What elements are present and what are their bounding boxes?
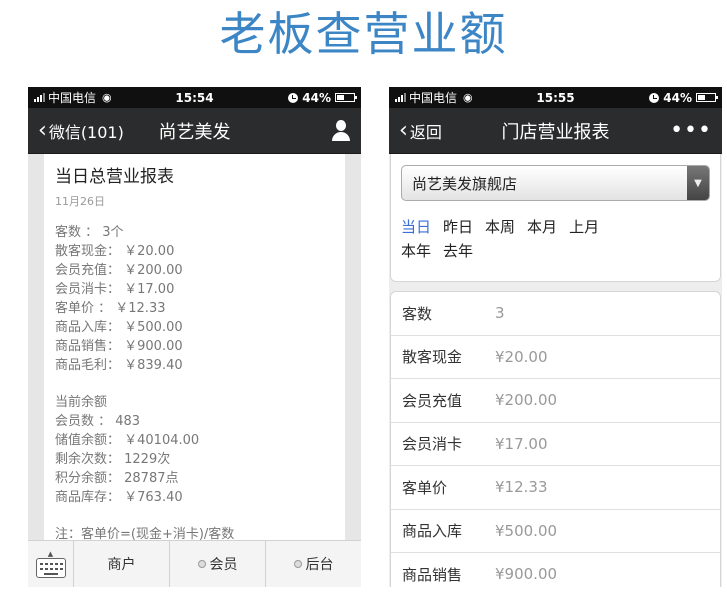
row-value: 3 (495, 304, 505, 323)
menu-tab-label: 商户 (107, 557, 136, 573)
caret-up-icon: ▲ (47, 550, 54, 558)
alarm-icon (288, 92, 299, 103)
row-value: ¥12.33 (495, 478, 548, 497)
store-select-value: 尚艺美发旗舰店 (412, 174, 518, 193)
row-value: ¥20.00 (495, 347, 548, 366)
profile-button[interactable] (331, 119, 351, 142)
phone-screenshot-wechat: 中国电信 ◉ 15:54 44% ‹ 微信(101) 尚艺美发 当日总营业报表 … (28, 87, 361, 587)
chat-area[interactable]: 当日总营业报表 11月26日 客数 ： 3个散客现金： ￥20.00 会员充值： … (28, 154, 361, 540)
filter-panel: 尚艺美发旗舰店 ▼ 当日 昨日 本周 本月 上月本年 去年 (390, 154, 721, 282)
status-bar: 中国电信 ◉ 15:54 44% (28, 87, 361, 108)
status-bar: 中国电信 ◉ 15:55 44% (389, 87, 722, 108)
report-line: 储值余额： ￥40104.00 (55, 433, 200, 448)
dropdown-arrow-icon: ▼ (687, 166, 709, 200)
period-tab[interactable]: 本月 (527, 215, 557, 239)
menu-tab-merchant[interactable]: 商户 (74, 541, 170, 587)
report-title: 当日总营业报表 (55, 167, 174, 187)
report-line: 会员数 ： 483 (55, 414, 141, 429)
report-row: 会员消卡 ¥17.00 (391, 423, 720, 466)
back-button[interactable]: ‹ 微信(101) (38, 119, 124, 143)
bottom-menu-bar: ▲ 商户 会员 后台 (28, 540, 361, 587)
report-line: 商品入库： ￥500.00 (55, 320, 183, 335)
more-icon: ••• (670, 117, 712, 143)
store-select[interactable]: 尚艺美发旗舰店 ▼ (401, 165, 710, 201)
report-line: 剩余次数： 1229次 (55, 452, 171, 467)
row-label: 客数 (402, 304, 433, 323)
row-value: ¥17.00 (495, 434, 548, 453)
page-headline: 老板查营业额 (219, 7, 508, 61)
report-row: 客数 3 (391, 292, 720, 336)
period-tab[interactable]: 本年 (401, 239, 431, 263)
period-tab[interactable]: 昨日 (443, 215, 473, 239)
menu-tab-backend[interactable]: 后台 (266, 541, 361, 587)
period-tab[interactable]: 当日 (401, 215, 431, 239)
nav-bar: ‹ 返回 门店营业报表 ••• (389, 108, 722, 154)
report-line: 商品销售： ￥900.00 (55, 339, 183, 354)
keyboard-toggle-button[interactable]: ▲ (28, 541, 74, 587)
period-tab[interactable]: 去年 (443, 239, 473, 263)
report-row: 散客现金 ¥20.00 (391, 336, 720, 379)
report-page: 尚艺美发旗舰店 ▼ 当日 昨日 本周 本月 上月本年 去年 客数 3 散客现金 ¥20.00 会员… (389, 154, 722, 587)
report-line: 散客现金： ￥20.00 (55, 244, 175, 259)
menu-tab-label: 后台 (305, 557, 334, 573)
row-label: 客单价 (402, 478, 448, 497)
menu-tab-label: 会员 (209, 557, 238, 573)
report-note: 注：客单价=(现金+消卡)/客数 (55, 527, 235, 540)
submenu-icon (197, 560, 206, 568)
report-row: 客单价 ¥12.33 (391, 466, 720, 510)
period-tab[interactable]: 上月 (569, 215, 599, 239)
battery-icon (335, 93, 357, 102)
status-time: 15:55 (536, 90, 575, 105)
report-date: 11月26日 (55, 195, 105, 208)
user-icon (331, 119, 351, 142)
report-line: 商品库存： ￥763.40 (55, 490, 183, 505)
back-label: 返回 (409, 122, 442, 142)
chevron-left-icon: ‹ (38, 117, 47, 143)
report-line: 会员消卡： ￥17.00 (55, 282, 175, 297)
report-line: 当前余额 (55, 395, 108, 410)
period-tabs: 当日 昨日 本周 本月 上月本年 去年 (401, 215, 710, 263)
period-tab[interactable]: 本周 (485, 215, 515, 239)
report-line: 会员充值： ￥200.00 (55, 263, 183, 278)
status-time: 15:54 (175, 90, 214, 105)
row-label: 商品入库 (402, 522, 463, 541)
row-value: ¥900.00 (495, 565, 558, 584)
back-button[interactable]: ‹ 返回 (399, 119, 442, 143)
report-list: 客数 3 散客现金 ¥20.00 会员充值 ¥200.00 会员消卡 ¥17.00 客单价 ¥12… (390, 291, 721, 587)
report-line: 客数 ： 3个 (55, 225, 124, 240)
more-button[interactable]: ••• (670, 117, 712, 143)
row-label: 会员消卡 (402, 435, 463, 454)
report-card[interactable]: 当日总营业报表 11月26日 客数 ： 3个散客现金： ￥20.00 会员充值： … (44, 154, 345, 540)
row-value: ¥200.00 (495, 391, 558, 410)
battery-icon (696, 93, 718, 102)
report-line: 商品毛利： ￥839.40 (55, 358, 183, 373)
report-row: 商品销售 ¥900.00 (391, 553, 720, 587)
alarm-icon (649, 92, 660, 103)
back-label: 微信(101) (48, 122, 124, 142)
nav-bar: ‹ 微信(101) 尚艺美发 (28, 108, 361, 154)
report-row: 会员充值 ¥200.00 (391, 379, 720, 423)
report-row: 商品入库 ¥500.00 (391, 510, 720, 553)
menu-tab-member[interactable]: 会员 (170, 541, 266, 587)
row-label: 散客现金 (402, 348, 463, 367)
keyboard-icon (35, 558, 66, 578)
submenu-icon (293, 560, 302, 568)
report-line: 客单价 ： ￥12.33 (55, 301, 166, 316)
row-value: ¥500.00 (495, 521, 558, 540)
row-label: 商品销售 (402, 565, 463, 584)
chevron-left-icon: ‹ (399, 117, 408, 143)
report-line: 积分余额： 28787点 (55, 471, 179, 486)
row-label: 会员充值 (402, 391, 463, 410)
phone-screenshot-store-report: 中国电信 ◉ 15:55 44% ‹ 返回 门店营业报表 ••• 尚艺美发旗舰店… (389, 87, 722, 587)
